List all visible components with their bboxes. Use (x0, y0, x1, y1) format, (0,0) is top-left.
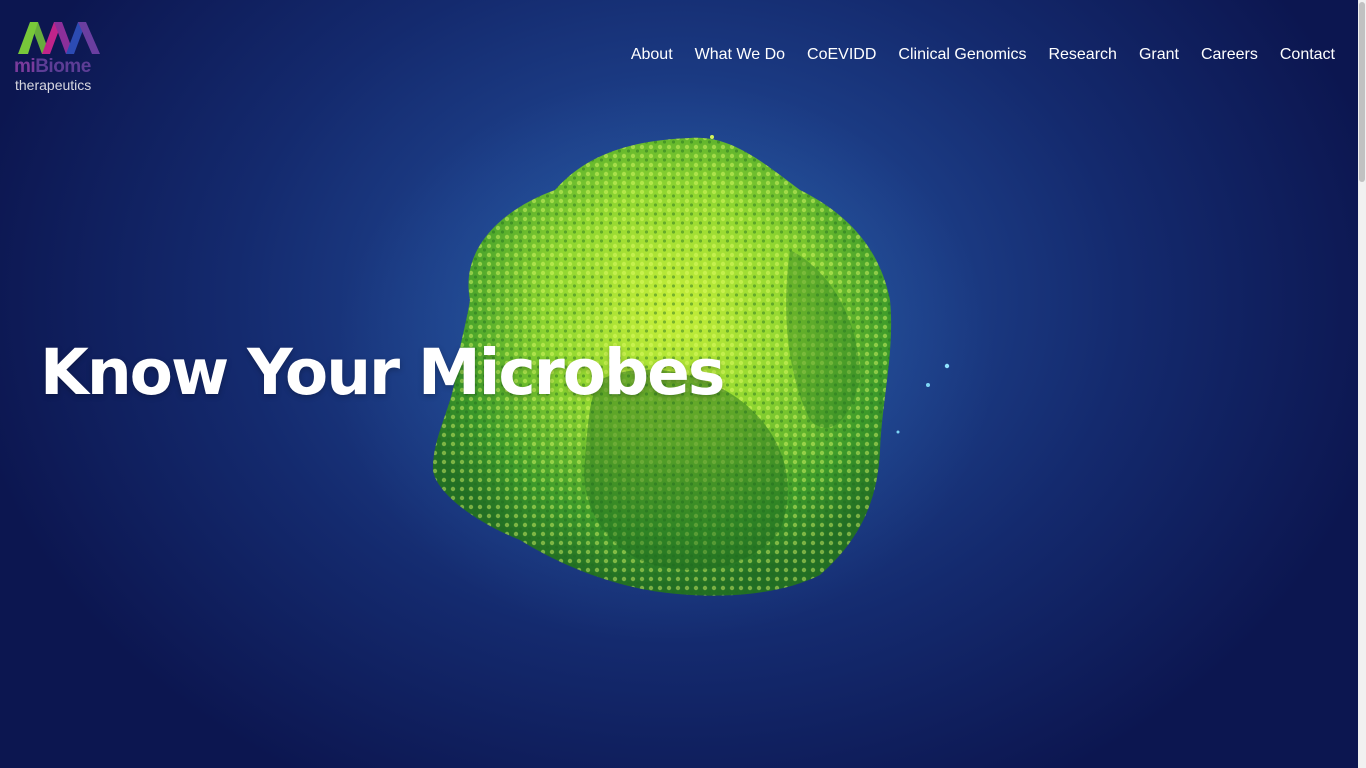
hero-page: miBiome therapeutics About What We Do Co… (0, 0, 1366, 768)
brand-name-biome: Biome (35, 56, 91, 77)
nav-item-coevidd[interactable]: CoEVIDD (796, 45, 887, 65)
main-nav: About What We Do CoEVIDD Clinical Genomi… (620, 45, 1335, 65)
brand-name: miBiome (14, 56, 91, 78)
nav-item-careers[interactable]: Careers (1190, 45, 1269, 65)
nav-item-grant[interactable]: Grant (1128, 45, 1190, 65)
site-logo[interactable]: miBiome therapeutics (14, 18, 114, 98)
nav-item-contact[interactable]: Contact (1269, 45, 1335, 65)
mibiome-logo-icon (18, 22, 100, 54)
nav-item-what-we-do[interactable]: What We Do (684, 45, 796, 65)
brand-name-mi: mi (14, 56, 36, 77)
page-scrollbar[interactable] (1358, 0, 1366, 768)
scrollbar-thumb[interactable] (1359, 2, 1365, 182)
nav-item-research[interactable]: Research (1037, 45, 1127, 65)
nav-item-clinical-genomics[interactable]: Clinical Genomics (887, 45, 1037, 65)
hero-headline: Know Your Microbes (40, 336, 725, 409)
brand-tagline: therapeutics (15, 77, 92, 93)
nav-item-about[interactable]: About (620, 45, 684, 65)
